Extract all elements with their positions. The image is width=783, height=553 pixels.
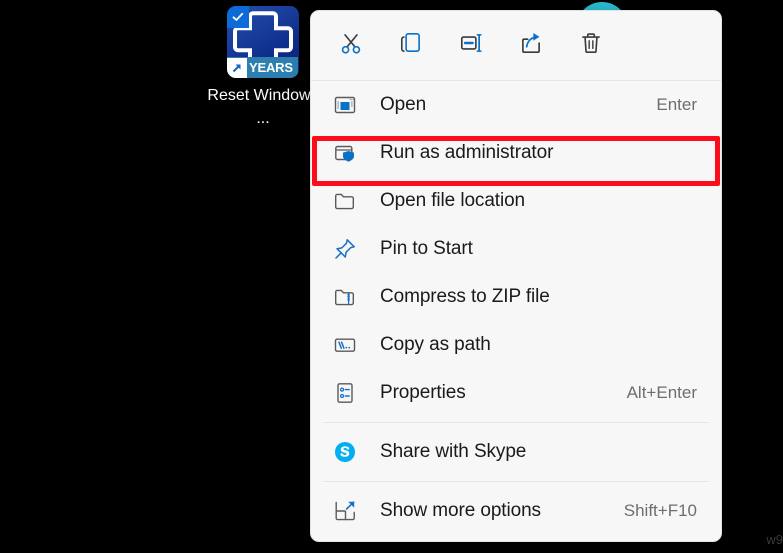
menu-item-shortcut: Enter [656,95,697,114]
years-badge: YEARS [227,57,298,78]
app-icon-tile: YEARS [227,6,299,78]
desktop-icon-label: Reset Windows ... [207,87,319,127]
menu-item-run-as-administrator[interactable]: Run as administrator [311,129,721,177]
expand-arrow-icon [333,499,363,523]
menu-item-label: Show more options [380,500,541,521]
menu-item-copy-as-path[interactable]: Copy as path [311,321,721,369]
menu-item-label: Open file location [380,190,526,211]
copy-button[interactable] [385,24,437,68]
watermark: w9 [766,532,783,547]
menu-item-shortcut: Alt+Enter [626,383,697,402]
divider-before-show-more [323,481,709,482]
shield-window-icon [333,141,363,165]
skype-icon [333,440,363,464]
divider-before-skype [323,422,709,423]
menu-item-pin-to-start[interactable]: Pin to Start [311,225,721,273]
menu-item-open[interactable]: Open Enter [311,81,721,129]
menu-item-open-file-location[interactable]: Open file location [311,177,721,225]
pin-icon [333,237,363,261]
scissors-icon [338,30,364,61]
menu-item-label: Copy as path [380,334,491,355]
menu-item-label: Compress to ZIP file [380,286,550,307]
delete-button[interactable] [565,24,617,68]
context-menu-toolbar [311,11,721,80]
shortcut-arrow-icon [227,57,247,78]
desktop-screen: YEARS Reset Windows ... Open Enter Run a… [0,0,783,553]
years-badge-label: YEARS [249,60,293,75]
copy-icon [398,30,424,61]
properties-icon [333,381,363,405]
copy-path-icon [333,333,363,357]
menu-item-label: Open [380,94,427,115]
menu-item-show-more-options[interactable]: Show more options Shift+F10 [311,487,721,535]
context-menu: Open Enter Run as administrator Open fil… [310,10,722,542]
rename-icon [458,30,484,61]
zip-folder-icon [333,285,363,309]
menu-item-properties[interactable]: Properties Alt+Enter [311,369,721,417]
folder-icon [333,189,363,213]
trash-icon [578,30,604,61]
menu-item-compress-to-zip[interactable]: Compress to ZIP file [311,273,721,321]
menu-item-label: Pin to Start [380,238,473,259]
menu-item-share-with-skype[interactable]: Share with Skype [311,428,721,476]
rename-button[interactable] [445,24,497,68]
desktop-icon-reset-windows[interactable]: YEARS Reset Windows ... [207,6,319,130]
selection-checkmark-icon [227,6,249,28]
share-button[interactable] [505,24,557,68]
menu-item-label: Share with Skype [380,441,527,462]
cut-button[interactable] [325,24,377,68]
open-window-icon [333,93,363,117]
menu-item-shortcut: Shift+F10 [623,501,697,520]
menu-item-label: Run as administrator [380,142,554,163]
share-icon [518,30,544,61]
menu-item-label: Properties [380,382,466,403]
